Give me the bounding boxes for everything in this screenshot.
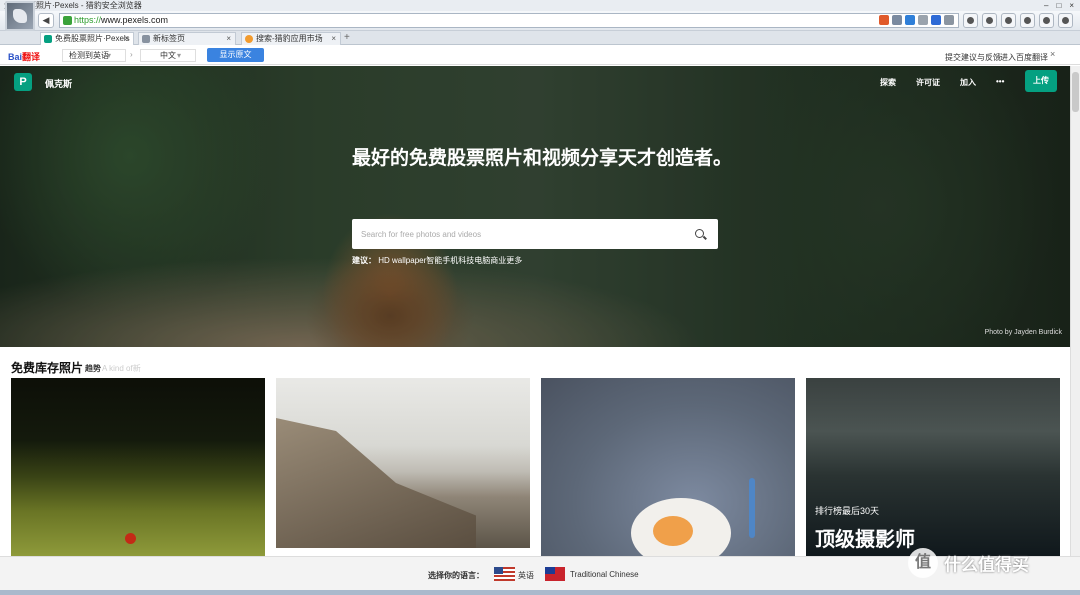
arrow-right-icon: › [130,50,133,59]
red-flower [125,533,136,544]
close-icon[interactable]: × [1069,0,1074,11]
photo-grass[interactable] [11,378,265,556]
featured-photographers-card[interactable]: 排行榜最后30天 顶级摄影师 [806,378,1060,556]
chevron-down-icon: ▾ [176,51,181,60]
leaderboard-subtitle: 排行榜最后30天 [815,506,880,516]
account-icon[interactable] [1039,13,1054,28]
nav-join[interactable]: 加入 [960,77,976,88]
secure-lock-icon [63,16,72,25]
window-controls: – □ × [1044,0,1074,11]
page-scrollbar[interactable] [1070,66,1080,556]
knife-shape [749,478,755,538]
watermark: 值什么值得买 [908,548,1029,578]
browser-avatar[interactable] [5,1,35,31]
tab-label: 搜索-猎豹应用市场 [256,34,323,43]
suggest-items[interactable]: HD wallpaper智能手机科技电脑商业更多 [378,256,522,265]
baidu-translate-logo: Bai翻译 [8,50,40,63]
url-scheme: https:// [74,15,102,25]
search-suggestions: 建议： HD wallpaper智能手机科技电脑商业更多 [352,255,522,266]
language-prompt: 选择你的语言： [428,571,484,580]
us-flag-icon[interactable] [494,567,515,581]
top-photographers-title: 顶级摄影师 [815,529,915,551]
taiwan-flag-icon[interactable] [545,567,565,581]
target-language-select[interactable]: 中文 ▾ [140,49,196,62]
maximize-icon[interactable]: □ [1056,0,1061,11]
site-name[interactable]: 佩克斯 [45,77,72,90]
gear-icon[interactable] [963,13,978,28]
pexels-tab-icon [44,35,52,43]
peach-shape [653,516,693,546]
target-language-value: 中文 [160,51,176,60]
hero-banner: P 佩克斯 探索 许可证 加入 ••• 上传 最好的免费股票照片和视频分享天才创… [0,66,1070,347]
baidu-logo-text: Bai [8,52,23,62]
pexels-logo-icon[interactable]: P [14,73,32,91]
photo-food-table[interactable] [541,378,795,556]
url-host: www.pexels.com [101,15,169,25]
new-tab-button[interactable]: + [344,32,350,43]
new-tab-link[interactable]: A kind of新 [102,363,141,374]
tab-label: 新标签页 [153,34,185,43]
back-button[interactable]: ◀ [38,13,54,28]
tab-label: 免费股票照片·Pexels [55,34,130,43]
translate-close-icon[interactable]: × [1050,49,1055,59]
tab-app-market[interactable]: 搜索-猎豹应用市场 × [241,32,341,45]
app-market-tab-icon [245,35,253,43]
baidu-translate-link[interactable]: 进入百度翻译 [1000,52,1048,63]
toolbar-extensions [963,13,1073,28]
star-icon[interactable] [931,15,941,25]
new-tab-icon [142,35,150,43]
browser-toolbar: ◀ https://www.pexels.com [0,11,1080,31]
window-titlebar: 免费股票照片·Pexels - 猎豹安全浏览器 – □ × [0,0,1080,11]
watermark-logo-icon: 值 [908,548,938,578]
notification-icon[interactable] [982,13,997,28]
dropdown-icon[interactable] [944,15,954,25]
language-english[interactable]: 英语 [518,570,534,581]
minimize-icon[interactable]: – [1044,0,1048,11]
chevron-down-icon: ▾ [106,51,111,60]
compat-mode-icon[interactable] [918,15,928,25]
more-menu-icon[interactable]: ••• [996,77,1004,86]
source-language-value: 检测到英语 [69,51,109,60]
translate-icon[interactable] [905,15,915,25]
address-bar[interactable]: https://www.pexels.com [59,13,959,28]
trending-tab[interactable]: 趋势 [85,363,101,374]
search-input[interactable] [352,219,682,249]
source-language-select[interactable]: 检测到英语 ▾ [62,49,126,62]
tab-close-icon[interactable]: × [331,33,336,44]
tab-pexels[interactable]: 免费股票照片·Pexels × [40,32,134,45]
hero-headline: 最好的免费股票照片和视频分享天才创造者。 [352,148,733,169]
photo-coast-rock[interactable] [276,378,530,548]
baidu-logo-suffix: 翻译 [22,52,41,62]
os-taskbar [0,590,1080,595]
section-title: 免费库存照片 [11,361,84,375]
chat-icon[interactable] [1020,13,1035,28]
photo-credit[interactable]: Photo by Jayden Burdick [985,329,1062,336]
menu-icon[interactable] [1058,13,1073,28]
nav-explore[interactable]: 探索 [880,77,896,88]
download-icon[interactable] [1001,13,1016,28]
scrollbar-thumb[interactable] [1072,72,1079,112]
address-bar-icons [879,15,954,25]
watermark-text: 什么值得买 [944,555,1029,575]
reader-icon[interactable] [892,15,902,25]
upload-button[interactable]: 上传 [1025,70,1057,92]
translate-bar: Bai翻译 检测到英语 ▾ › 中文 ▾ 显示原文 提交建议与反馈 进入百度翻译… [0,46,1080,65]
search-icon[interactable] [695,229,704,238]
tab-close-icon[interactable]: × [226,33,231,44]
language-traditional-chinese[interactable]: Traditional Chinese [570,570,639,579]
search-box [352,219,718,249]
feedback-link[interactable]: 提交建议与反馈 [945,52,1001,63]
rock-shape [276,418,476,548]
address-text[interactable]: https://www.pexels.com [74,15,168,25]
nav-license[interactable]: 许可证 [916,77,940,88]
tab-new-tab[interactable]: 新标签页 × [138,32,236,45]
tab-close-icon[interactable]: × [124,33,129,44]
show-original-button[interactable]: 显示原文 [207,48,264,62]
extension-icon[interactable] [879,15,889,25]
tab-bar: 免费股票照片·Pexels × 新标签页 × 搜索-猎豹应用市场 × + [0,31,1080,45]
suggest-label: 建议： [352,256,376,265]
